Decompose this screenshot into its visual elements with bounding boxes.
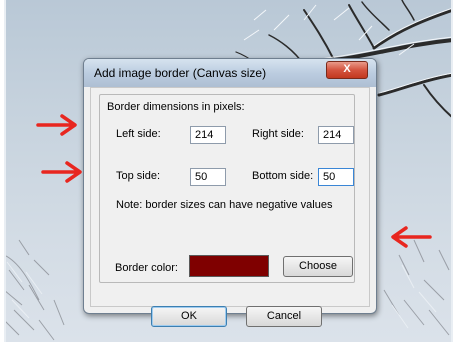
right-side-input[interactable]: 214	[318, 126, 354, 144]
left-side-input[interactable]: 214	[190, 126, 226, 144]
bottom-side-input[interactable]: 50	[318, 168, 354, 186]
ok-button[interactable]: OK	[151, 306, 227, 327]
right-arrow-icon	[36, 114, 77, 136]
top-side-input[interactable]: 50	[190, 168, 226, 186]
dialog-client-area: Border dimensions in pixels: Left side: …	[90, 87, 370, 327]
close-icon: X	[343, 63, 351, 75]
right-arrow-icon	[41, 161, 82, 183]
add-image-border-dialog: Add image border (Canvas size) X Border …	[83, 58, 377, 327]
choose-color-button[interactable]: Choose	[283, 256, 353, 277]
left-arrow-icon	[391, 226, 432, 248]
left-side-label: Left side:	[116, 128, 161, 140]
border-color-label: Border color:	[115, 262, 178, 274]
bottom-side-label: Bottom side:	[252, 170, 314, 182]
cancel-button[interactable]: Cancel	[246, 306, 322, 327]
close-button[interactable]: X	[326, 61, 368, 79]
border-color-swatch[interactable]	[189, 255, 269, 277]
dialog-titlebar[interactable]: Add image border (Canvas size) X	[84, 59, 376, 87]
group-heading: Border dimensions in pixels:	[107, 101, 245, 113]
dialog-title: Add image border (Canvas size)	[94, 66, 267, 80]
negative-values-note: Note: border sizes can have negative val…	[116, 199, 333, 211]
top-side-label: Top side:	[116, 170, 161, 182]
right-side-label: Right side:	[252, 128, 304, 140]
